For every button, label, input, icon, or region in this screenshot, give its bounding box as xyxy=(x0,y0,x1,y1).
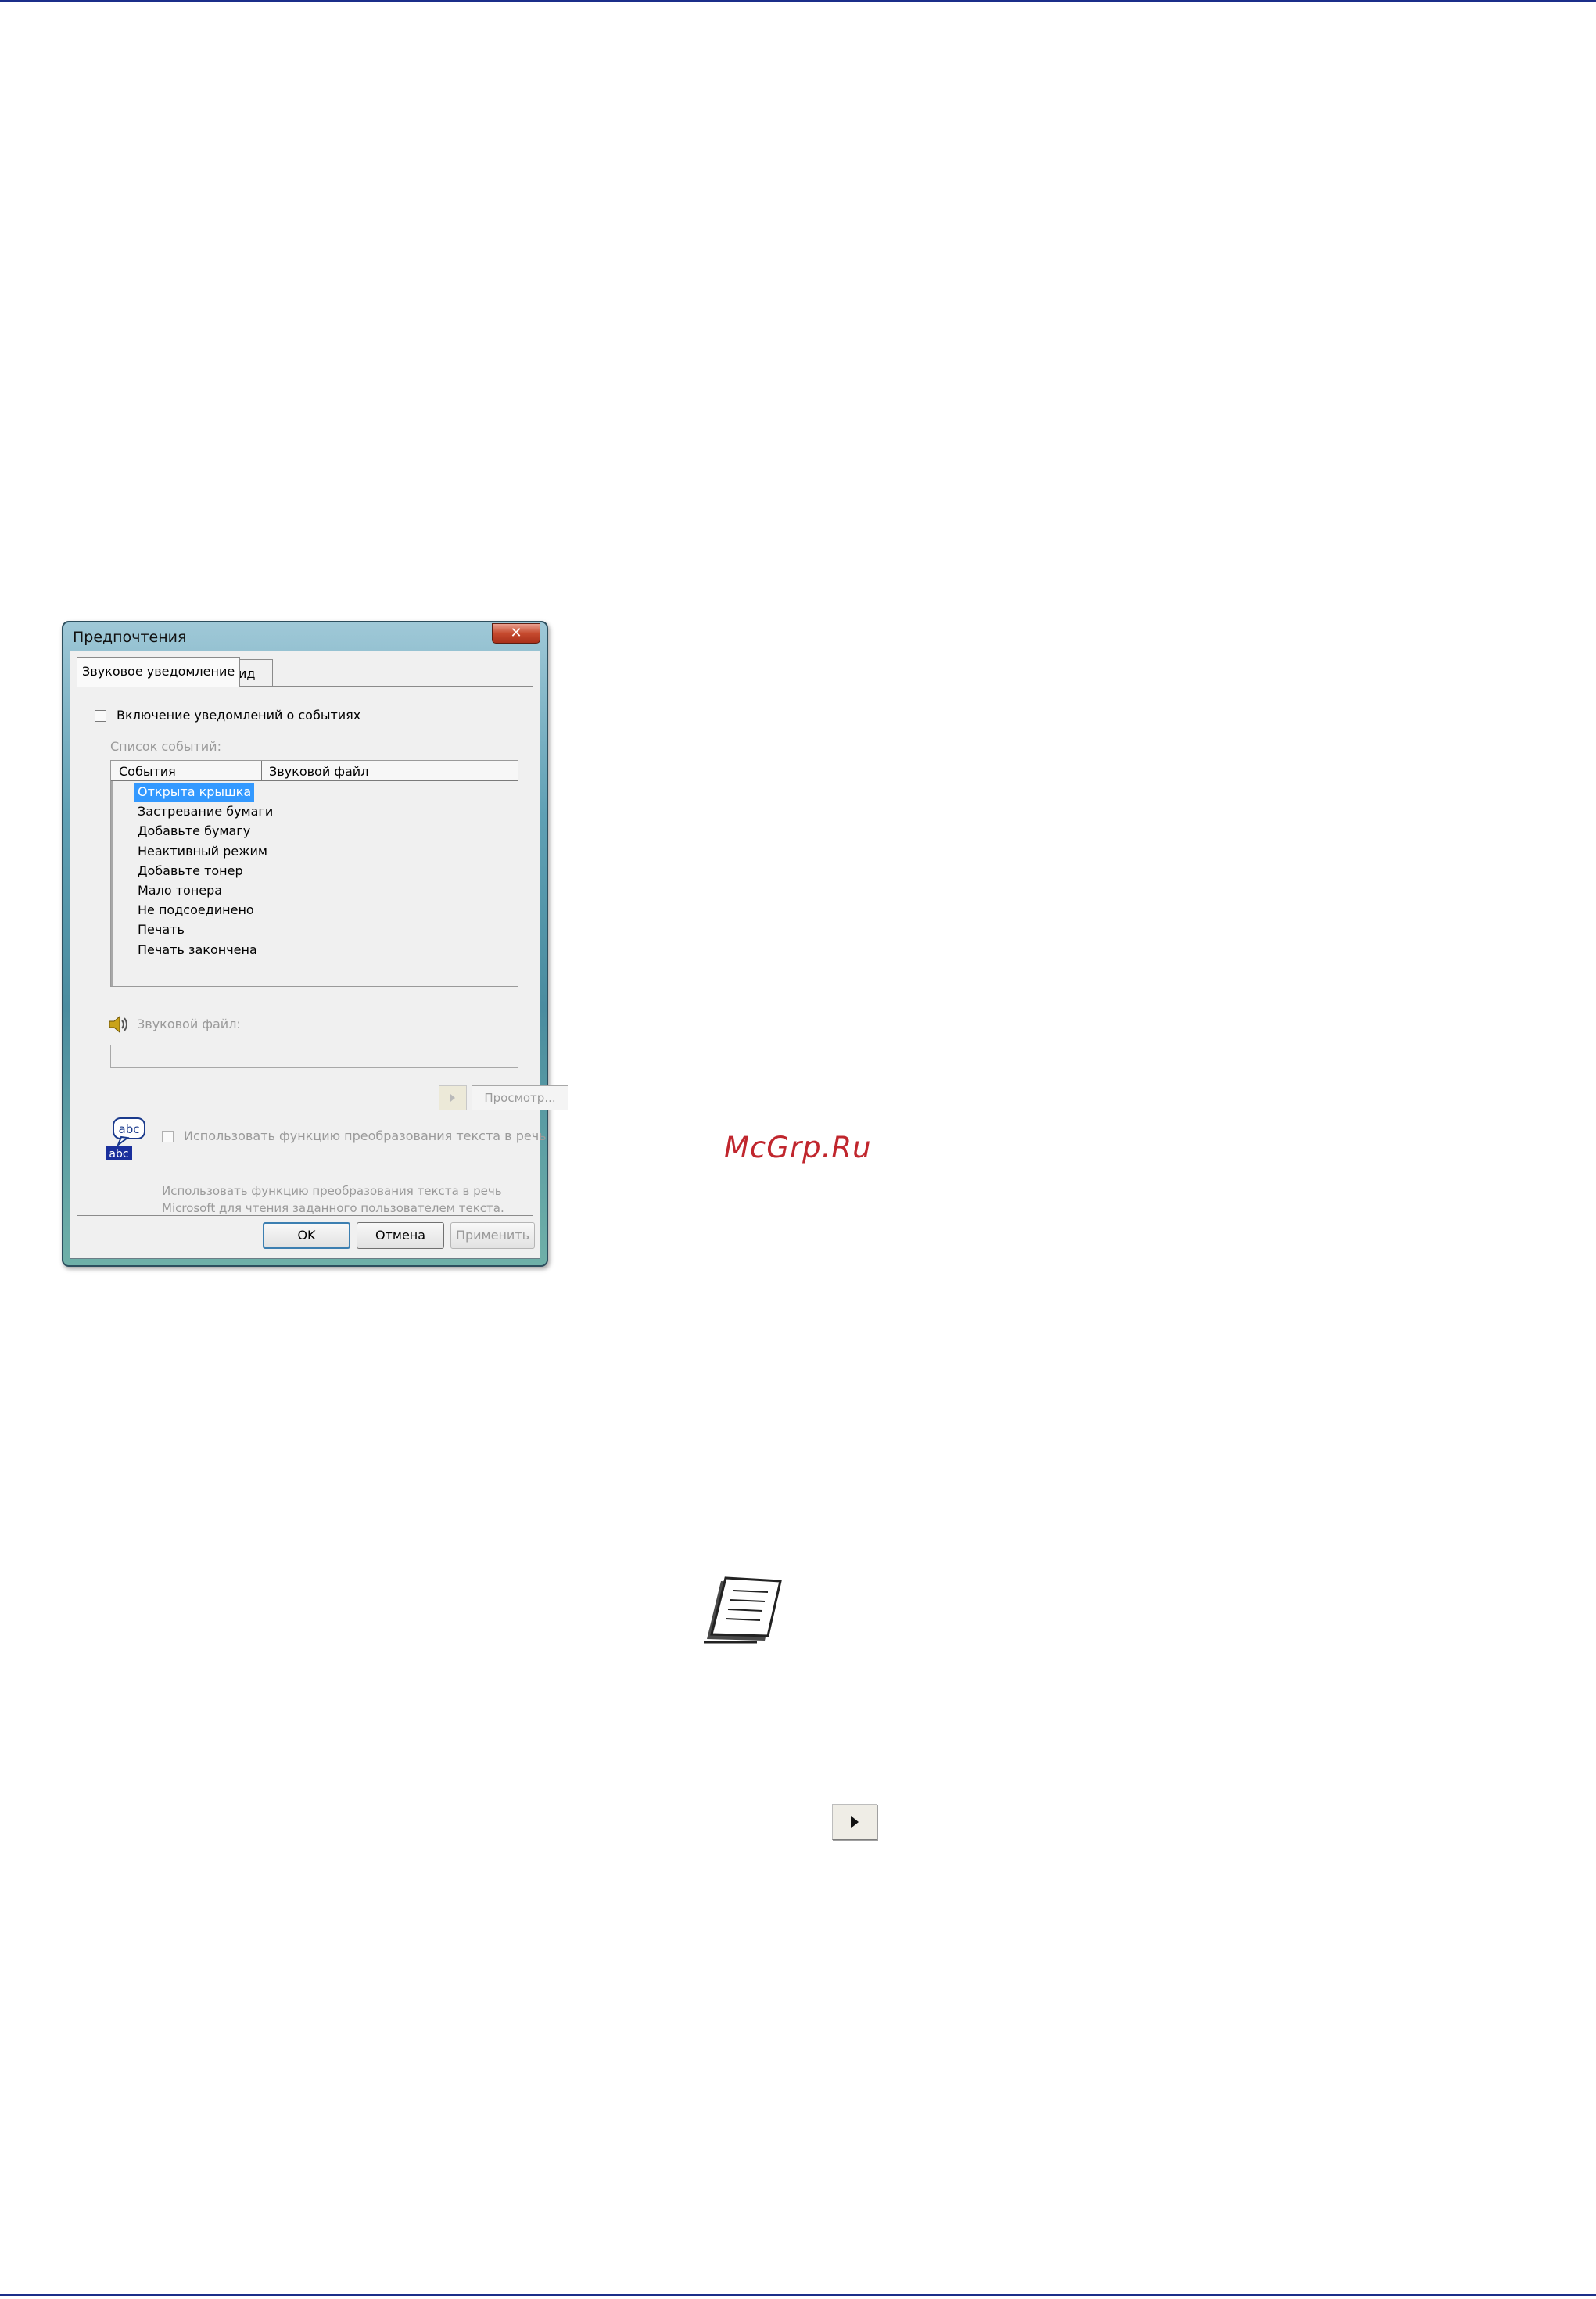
list-item[interactable]: Печать закончена xyxy=(134,941,260,959)
close-button[interactable]: ✕ xyxy=(492,623,540,644)
event-list-label: Список событий: xyxy=(110,739,221,754)
watermark: McGrp.Ru xyxy=(724,1131,872,1164)
browse-button[interactable]: Просмотр... xyxy=(472,1085,568,1110)
tts-description: Использовать функцию преобразования текс… xyxy=(162,1182,504,1217)
tts-description-line-2: Microsoft для чтения заданного пользоват… xyxy=(162,1201,504,1215)
tts-icon-text-bottom: abc xyxy=(109,1148,128,1160)
dialog-client-area: Звуковое уведомление Вид Включение уведо… xyxy=(70,651,568,1259)
tab-sound-notification[interactable]: Звуковое уведомление xyxy=(77,657,241,687)
list-edge xyxy=(111,781,113,986)
list-item[interactable]: Добавьте тонер xyxy=(134,862,246,881)
column-header-events[interactable]: События xyxy=(119,764,176,779)
ok-button[interactable]: OK xyxy=(263,1222,350,1249)
list-item[interactable]: Мало тонера xyxy=(134,881,225,900)
tts-checkbox[interactable] xyxy=(162,1131,174,1142)
tts-icon-text-top: abc xyxy=(119,1122,140,1136)
close-icon: ✕ xyxy=(510,625,522,641)
note-icon xyxy=(704,1576,782,1644)
speaker-icon xyxy=(109,1015,127,1034)
tts-checkbox-label: Использовать функцию преобразования текс… xyxy=(184,1128,547,1143)
enable-notifications-checkbox[interactable] xyxy=(95,710,106,722)
title-bar[interactable]: Предпочтения ✕ xyxy=(63,622,547,651)
event-list-header: События Звуковой файл xyxy=(111,761,518,781)
column-separator[interactable] xyxy=(261,761,262,781)
apply-button[interactable]: Применить xyxy=(450,1222,535,1249)
column-header-sound-file[interactable]: Звуковой файл xyxy=(269,764,368,779)
play-button-illustration xyxy=(832,1804,877,1840)
play-button[interactable] xyxy=(439,1085,467,1110)
play-icon xyxy=(851,1816,859,1828)
play-icon xyxy=(450,1094,455,1102)
list-item[interactable]: Не подсоединено xyxy=(134,901,257,920)
event-list[interactable]: События Звуковой файл Открыта крышка Зас… xyxy=(110,760,518,987)
cancel-button[interactable]: Отмена xyxy=(357,1222,444,1249)
tab-panel-sound: Включение уведомлений о событиях Список … xyxy=(77,686,568,1217)
list-item[interactable]: Застревание бумаги xyxy=(134,802,276,821)
dialog-title: Предпочтения xyxy=(73,629,187,646)
enable-notifications-label: Включение уведомлений о событиях xyxy=(117,708,361,723)
list-item[interactable]: Неактивный режим xyxy=(134,842,271,861)
preferences-dialog: Предпочтения ✕ Звуковое уведомление Вид … xyxy=(62,621,568,1267)
bottom-rule xyxy=(0,2294,1596,2296)
list-item[interactable]: Открыта крышка xyxy=(134,783,255,802)
list-item[interactable]: Добавьте бумагу xyxy=(134,822,253,841)
tts-description-line-1: Использовать функцию преобразования текс… xyxy=(162,1184,502,1198)
sound-file-input[interactable] xyxy=(110,1045,518,1068)
top-rule xyxy=(0,0,1596,2)
sound-file-label: Звуковой файл: xyxy=(137,1017,241,1031)
list-item[interactable]: Печать xyxy=(134,920,188,939)
text-to-speech-icon: abc abc xyxy=(106,1117,145,1160)
